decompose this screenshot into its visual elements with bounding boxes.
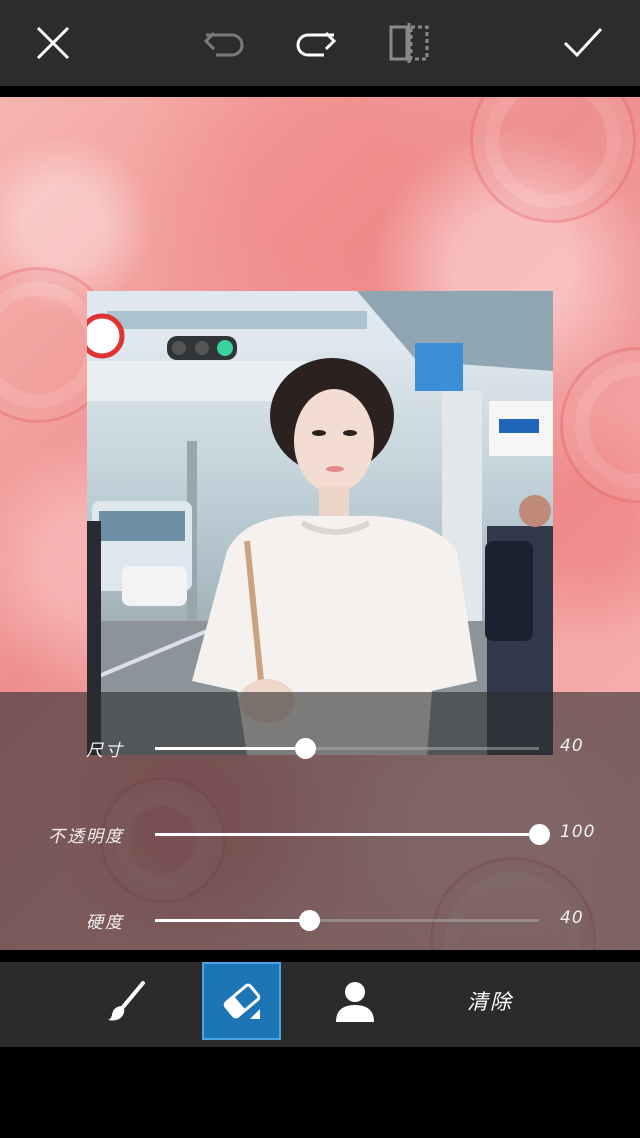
eraser-icon: [223, 983, 260, 1019]
check-icon: [563, 27, 603, 58]
undo-icon: [203, 31, 244, 57]
close-button[interactable]: [23, 13, 83, 73]
clear-button[interactable]: 清除: [440, 962, 540, 1040]
redo-icon: [296, 31, 337, 57]
opacity-label: 不透明度: [48, 827, 124, 847]
hardness-slider[interactable]: [155, 910, 539, 931]
person-icon: [336, 982, 374, 1022]
hardness-slider-fill: [155, 919, 309, 922]
redo-button[interactable]: [286, 13, 346, 73]
opacity-slider-thumb[interactable]: [529, 824, 550, 845]
brush-tool-button[interactable]: [88, 962, 166, 1040]
size-slider-fill: [155, 747, 305, 750]
hardness-value: 40: [560, 908, 584, 928]
hardness-label: 硬度: [86, 913, 124, 933]
clear-label: 清除: [467, 990, 513, 1014]
hardness-slider-thumb[interactable]: [298, 910, 320, 931]
airport-photo-illustration: [87, 291, 553, 755]
opacity-value: 100: [560, 822, 596, 842]
size-value: 40: [560, 736, 584, 756]
opacity-slider[interactable]: [155, 824, 550, 845]
size-slider[interactable]: [155, 738, 539, 759]
brush-settings-panel: 尺寸 40 不透明度 100 硬度 40: [0, 692, 640, 950]
close-icon: [36, 26, 70, 60]
compare-button[interactable]: [379, 13, 439, 73]
size-slider-thumb[interactable]: [294, 738, 316, 759]
undo-button[interactable]: [194, 13, 254, 73]
eraser-tool-button[interactable]: [202, 962, 281, 1040]
apply-button[interactable]: [553, 13, 613, 73]
person-select-button[interactable]: [316, 962, 394, 1040]
size-label: 尺寸: [86, 741, 124, 761]
opacity-slider-fill: [155, 833, 539, 836]
photo-layer[interactable]: [87, 291, 553, 755]
photo-editor-screen: 尺寸 40 不透明度 100 硬度 40 清除: [0, 0, 640, 1138]
top-toolbar: [0, 0, 640, 86]
bottom-toolbar: 清除: [0, 962, 640, 1047]
brush-icon: [108, 981, 145, 1021]
compare-icon: [389, 23, 429, 63]
